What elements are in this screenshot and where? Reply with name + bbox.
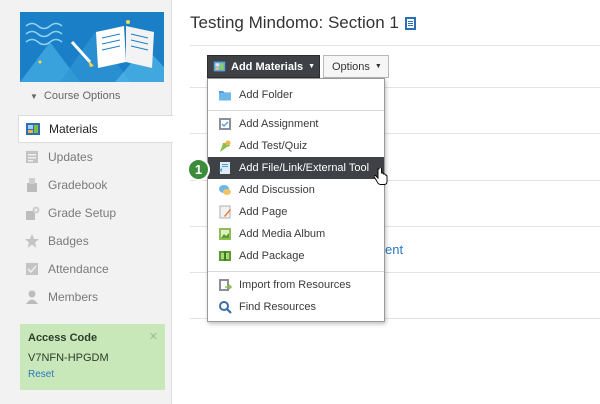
- sidebar-item-gradebook[interactable]: Gradebook: [18, 171, 172, 199]
- menu-item-add-page[interactable]: Add Page: [208, 201, 384, 223]
- menu-item-label: Add Page: [239, 206, 288, 218]
- menu-item-label: Add Assignment: [239, 118, 319, 130]
- sidebar-item-attendance[interactable]: Attendance: [18, 255, 172, 283]
- menu-item-add-package[interactable]: Add Package: [208, 245, 384, 267]
- menu-item-add-discussion[interactable]: Add Discussion: [208, 179, 384, 201]
- caret-down-icon: ▼: [30, 92, 38, 101]
- sidebar-item-label: Members: [48, 290, 99, 304]
- sidebar-item-label: Materials: [49, 122, 98, 136]
- sidebar-item-label: Attendance: [48, 262, 109, 276]
- options-label: Options: [332, 60, 370, 73]
- access-code-panel: Access Code ✕ V7NFN-HPGDM Reset: [20, 324, 165, 390]
- menu-item-import-from-resources[interactable]: Import from Resources: [208, 274, 384, 296]
- menu-item-add-file-link-external-tool[interactable]: Add File/Link/External Tool: [208, 157, 384, 179]
- search-icon: [218, 300, 232, 314]
- access-code-title: Access Code: [28, 332, 98, 344]
- close-icon[interactable]: ✕: [149, 330, 158, 343]
- menu-item-label: Add Folder: [239, 89, 293, 101]
- file-link-icon: [218, 161, 232, 175]
- menu-item-label: Import from Resources: [239, 279, 351, 291]
- package-icon: [218, 249, 232, 263]
- attendance-icon: [24, 261, 40, 277]
- course-banner-image: [20, 12, 164, 82]
- menu-separator: [208, 271, 384, 272]
- quiz-icon: [218, 139, 232, 153]
- sidebar-item-label: Updates: [48, 150, 93, 164]
- add-materials-button[interactable]: Add Materials ▼: [207, 55, 320, 78]
- menu-item-label: Find Resources: [239, 301, 317, 313]
- course-options-label: Course Options: [43, 90, 121, 102]
- hand-pointer-cursor-icon: [373, 167, 388, 186]
- divider: [190, 45, 600, 46]
- sidebar-item-updates[interactable]: Updates: [18, 143, 172, 171]
- updates-icon: [24, 149, 40, 165]
- sidebar-item-badges[interactable]: Badges: [18, 227, 172, 255]
- sidebar-item-label: Gradebook: [48, 178, 108, 192]
- book-icon[interactable]: [404, 16, 417, 31]
- step-number-badge: 1: [187, 158, 210, 181]
- gradebook-icon: [24, 177, 40, 193]
- sidebar-item-grade-setup[interactable]: Grade Setup: [18, 199, 172, 227]
- menu-item-find-resources[interactable]: Find Resources: [208, 296, 384, 318]
- sidebar-nav: Materials Updates Gradebook Grade Setup …: [18, 115, 173, 311]
- media-album-icon: [218, 227, 232, 241]
- badge-icon: [24, 233, 40, 249]
- options-button[interactable]: Options ▼: [323, 55, 389, 78]
- menu-item-label: Add Media Album: [239, 228, 326, 240]
- menu-item-add-folder[interactable]: Add Folder: [208, 84, 384, 106]
- sidebar-item-materials[interactable]: Materials: [18, 115, 173, 143]
- sidebar-item-label: Grade Setup: [48, 206, 117, 220]
- members-icon: [24, 289, 40, 305]
- course-options-link[interactable]: ▼ Course Options: [30, 90, 120, 102]
- materials-icon: [25, 121, 41, 137]
- access-code-value: V7NFN-HPGDM: [28, 352, 109, 364]
- course-banner-illustration: [20, 12, 164, 82]
- access-code-reset-link[interactable]: Reset: [28, 369, 157, 380]
- page-title-text: Testing Mindomo: Section 1: [190, 13, 399, 32]
- menu-item-add-media-album[interactable]: Add Media Album: [208, 223, 384, 245]
- menu-item-add-assignment[interactable]: Add Assignment: [208, 113, 384, 135]
- add-materials-menu: Add Folder Add Assignment Add Test/Quiz …: [207, 78, 385, 322]
- assignment-icon: [218, 117, 232, 131]
- add-materials-label: Add Materials: [231, 60, 304, 73]
- grade-setup-icon: [24, 205, 40, 221]
- menu-item-label: Add Test/Quiz: [239, 140, 308, 152]
- sidebar: ▼ Course Options Materials Updates Gradeb…: [0, 0, 173, 404]
- page-icon: [218, 205, 232, 219]
- import-icon: [218, 278, 233, 292]
- menu-item-add-test-quiz[interactable]: Add Test/Quiz: [208, 135, 384, 157]
- sidebar-item-label: Badges: [48, 234, 89, 248]
- page-title: Testing Mindomo: Section 1: [190, 13, 417, 33]
- discussion-icon: [218, 183, 232, 197]
- materials-icon: [213, 60, 226, 73]
- folder-icon: [218, 88, 232, 102]
- menu-separator: [208, 110, 384, 111]
- caret-down-icon: ▼: [374, 63, 382, 70]
- sidebar-item-members[interactable]: Members: [18, 283, 172, 311]
- menu-item-label: Add Package: [239, 250, 305, 262]
- material-item-link[interactable]: ent: [385, 242, 403, 257]
- menu-item-label: Add File/Link/External Tool: [239, 162, 370, 174]
- caret-down-icon: ▼: [308, 63, 316, 70]
- menu-item-label: Add Discussion: [239, 184, 315, 196]
